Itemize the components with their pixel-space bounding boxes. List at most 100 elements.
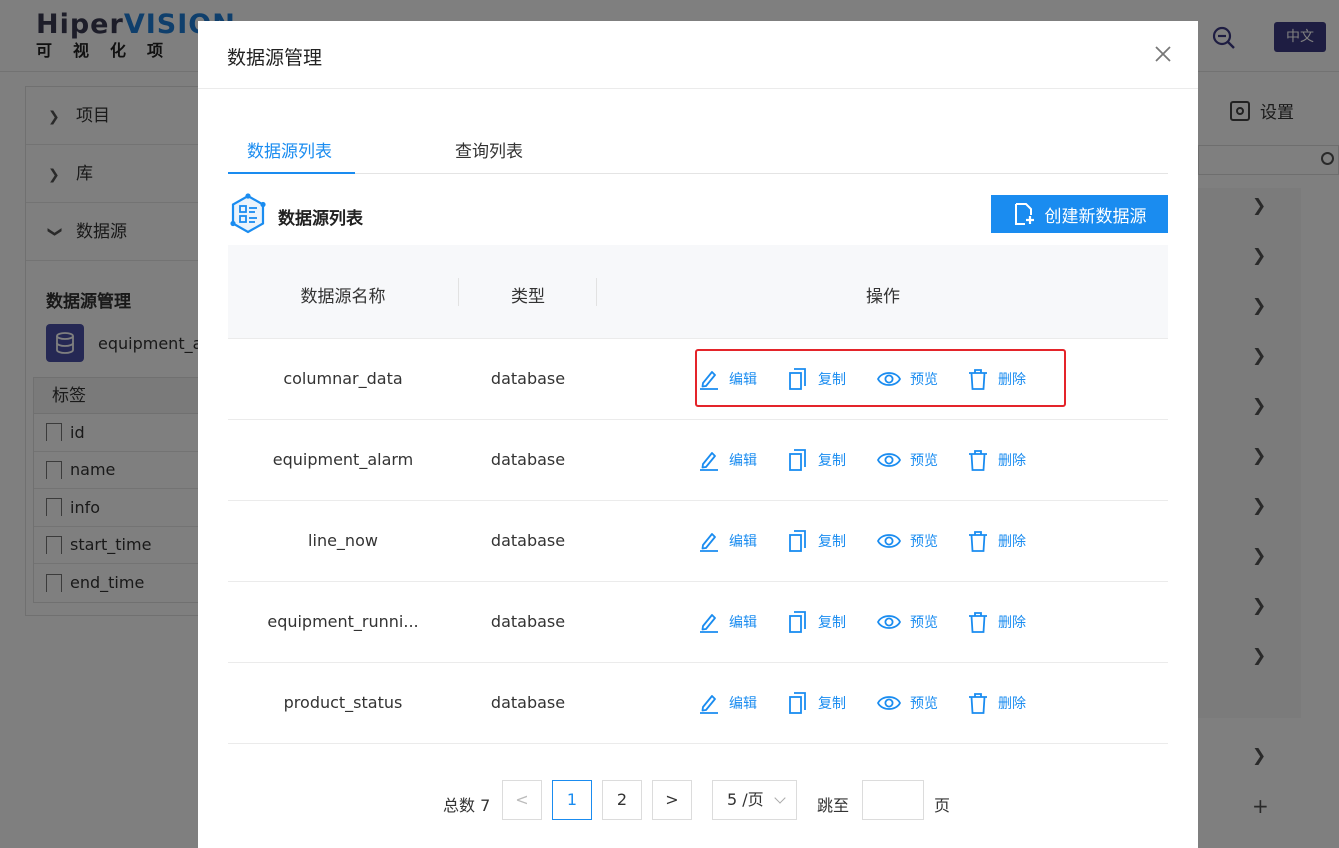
section-header: 数据源列表 创建新数据源 (228, 193, 1168, 237)
preview-label: 预览 (910, 696, 938, 712)
trash-icon (969, 531, 987, 552)
close-icon[interactable] (1152, 43, 1174, 65)
dialog-header: 数据源管理 (198, 21, 1198, 89)
trash-icon (969, 693, 987, 714)
datasource-type-cell: database (490, 693, 566, 712)
delete-label: 删除 (998, 534, 1026, 550)
datasource-name-cell: product_status (283, 693, 403, 712)
edit-icon (700, 533, 718, 552)
edit-button[interactable]: 编辑 (698, 530, 787, 552)
pagination-total: 总数 7 (443, 796, 491, 815)
jump-page-input[interactable] (862, 780, 924, 820)
row-actions: 编辑 复制 预览 删除 (698, 608, 1026, 636)
preview-button[interactable]: 预览 (877, 449, 967, 471)
edit-label: 编辑 (729, 696, 757, 712)
datasource-name-cell: equipment_alarm (272, 450, 414, 469)
eye-icon (877, 534, 901, 548)
copy-label: 复制 (818, 615, 846, 631)
copy-icon (789, 449, 806, 471)
edit-icon (700, 452, 718, 471)
datasource-type-cell: database (490, 531, 566, 550)
prev-page-button[interactable]: < (502, 780, 542, 820)
edit-label: 编辑 (729, 534, 757, 550)
datasource-type-cell: database (490, 612, 566, 631)
table-body: columnar_data database 编辑 复制 预览 删除 equipment_a… (228, 339, 1168, 744)
datasource-name-cell: equipment_runni... (267, 612, 419, 631)
copy-label: 复制 (818, 534, 846, 550)
copy-label: 复制 (818, 696, 846, 712)
delete-button[interactable]: 删除 (967, 692, 1026, 714)
eye-icon (877, 453, 901, 467)
dialog-title: 数据源管理 (227, 47, 323, 69)
copy-button[interactable]: 复制 (787, 530, 877, 552)
page-size-select[interactable]: 5 /页 (712, 780, 797, 820)
page-size-value: 5 /页 (727, 790, 764, 809)
list-hexagon-icon (230, 193, 266, 234)
edit-label: 编辑 (729, 615, 757, 631)
edit-button[interactable]: 编辑 (698, 611, 787, 633)
delete-label: 删除 (998, 615, 1026, 631)
copy-icon (789, 530, 806, 552)
table-row: columnar_data database 编辑 复制 预览 删除 (228, 339, 1168, 420)
column-header-name: 数据源名称 (300, 287, 386, 307)
trash-icon (969, 612, 987, 633)
delete-label: 删除 (998, 453, 1026, 469)
page-suffix-label: 页 (934, 796, 951, 815)
edit-button[interactable]: 编辑 (698, 449, 787, 471)
copy-icon (789, 611, 806, 633)
highlight-box (695, 349, 1066, 407)
row-actions: 编辑 复制 预览 删除 (698, 446, 1026, 474)
add-file-icon (1014, 203, 1034, 225)
edit-button[interactable]: 编辑 (698, 692, 787, 714)
row-actions: 编辑 复制 预览 删除 (698, 689, 1026, 717)
datasource-name-cell: columnar_data (283, 369, 403, 388)
page-2-button[interactable]: 2 (602, 780, 642, 820)
copy-icon (789, 692, 806, 714)
create-datasource-label: 创建新数据源 (1044, 206, 1147, 227)
pagination: 总数 7 < 1 2 > 5 /页 跳至 页 (198, 780, 1198, 822)
datasource-manager-dialog: 数据源管理 数据源列表 查询列表 数据源列表 创建新数据源 数据源名称 类型 操… (198, 21, 1198, 848)
next-page-button[interactable]: > (652, 780, 692, 820)
eye-icon (877, 615, 901, 629)
column-divider (596, 278, 597, 306)
dialog-tabs: 数据源列表 查询列表 (228, 125, 1168, 174)
create-datasource-button[interactable]: 创建新数据源 (991, 195, 1168, 233)
datasource-type-cell: database (490, 369, 566, 388)
page-1-button[interactable]: 1 (552, 780, 592, 820)
table-row: equipment_runni... database 编辑 复制 预览 删除 (228, 582, 1168, 663)
table-header: 数据源名称 类型 操作 (228, 245, 1168, 339)
copy-button[interactable]: 复制 (787, 449, 877, 471)
eye-icon (877, 696, 901, 710)
copy-button[interactable]: 复制 (787, 692, 877, 714)
datasource-name-cell: line_now (308, 531, 378, 550)
datasource-table: 数据源名称 类型 操作 columnar_data database 编辑 复制 预览删… (228, 245, 1168, 744)
column-header-actions: 操作 (866, 287, 900, 307)
section-title: 数据源列表 (278, 209, 363, 229)
edit-icon (700, 695, 718, 714)
delete-label: 删除 (998, 696, 1026, 712)
delete-button[interactable]: 删除 (967, 611, 1026, 633)
preview-label: 预览 (910, 534, 938, 550)
tab-datasource-list[interactable]: 数据源列表 (247, 137, 332, 162)
table-row: equipment_alarm database 编辑 复制 预览 删除 (228, 420, 1168, 501)
edit-icon (700, 614, 718, 633)
delete-button[interactable]: 删除 (967, 530, 1026, 552)
preview-label: 预览 (910, 453, 938, 469)
jump-label: 跳至 (817, 796, 850, 815)
edit-label: 编辑 (729, 453, 757, 469)
preview-button[interactable]: 预览 (877, 611, 967, 633)
datasource-type-cell: database (490, 450, 566, 469)
active-tab-indicator (228, 172, 355, 174)
column-header-type: 类型 (511, 287, 545, 307)
trash-icon (969, 450, 987, 471)
chevron-down-icon (774, 792, 786, 804)
row-actions: 编辑 复制 预览 删除 (698, 527, 1026, 555)
preview-button[interactable]: 预览 (877, 692, 967, 714)
preview-label: 预览 (910, 615, 938, 631)
copy-label: 复制 (818, 453, 846, 469)
table-row: product_status database 编辑 复制 预览 删除 (228, 663, 1168, 744)
preview-button[interactable]: 预览 (877, 530, 967, 552)
copy-button[interactable]: 复制 (787, 611, 877, 633)
tab-query-list[interactable]: 查询列表 (455, 137, 523, 162)
delete-button[interactable]: 删除 (967, 449, 1026, 471)
